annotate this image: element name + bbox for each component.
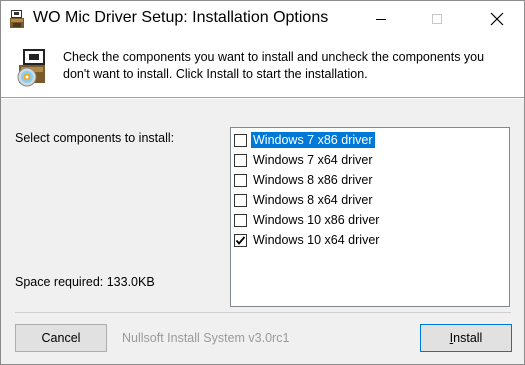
select-components-label: Select components to install: — [15, 131, 175, 145]
install-button-label: Install — [450, 331, 483, 345]
window-title: WO Mic Driver Setup: Installation Option… — [33, 9, 329, 26]
component-item[interactable]: Windows 8 x86 driver — [234, 170, 375, 190]
component-checkbox[interactable] — [234, 133, 247, 147]
minimize-button[interactable] — [358, 1, 404, 37]
header-panel: Check the components you want to install… — [1, 37, 524, 97]
component-checkbox[interactable] — [234, 193, 247, 207]
nsis-branding-text: Nullsoft Install System v3.0rc1 — [122, 331, 290, 345]
component-item[interactable]: Windows 7 x64 driver — [234, 150, 375, 170]
component-checkbox[interactable] — [234, 233, 247, 247]
header-divider-highlight — [1, 98, 524, 99]
maximize-button[interactable] — [414, 1, 460, 37]
component-item[interactable]: Windows 7 x86 driver — [234, 130, 376, 150]
checkmark-icon — [235, 235, 246, 245]
close-icon — [490, 12, 504, 26]
install-button[interactable]: Install — [420, 324, 512, 352]
component-label: Windows 7 x64 driver — [253, 153, 373, 167]
installer-window: WO Mic Driver Setup: Installation Option… — [0, 0, 525, 365]
component-item[interactable]: Windows 10 x86 driver — [234, 210, 381, 230]
cancel-button-label: Cancel — [41, 331, 81, 345]
component-checkbox[interactable] — [234, 153, 247, 167]
maximize-icon — [432, 14, 442, 24]
footer-divider — [15, 312, 511, 313]
component-label: Windows 10 x64 driver — [253, 233, 380, 247]
minimize-icon — [376, 19, 386, 20]
component-item[interactable]: Windows 8 x64 driver — [234, 190, 375, 210]
component-label: Windows 8 x64 driver — [253, 193, 373, 207]
install-label-rest: nstall — [453, 331, 483, 345]
component-checkbox[interactable] — [234, 213, 247, 227]
title-bar[interactable]: WO Mic Driver Setup: Installation Option… — [1, 1, 524, 37]
installer-disc-icon — [15, 47, 49, 87]
components-list[interactable]: Windows 7 x86 driver Windows 7 x64 drive… — [230, 127, 510, 307]
component-checkbox[interactable] — [234, 173, 247, 187]
component-label: Windows 7 x86 driver — [250, 131, 376, 149]
component-label: Windows 10 x86 driver — [253, 213, 380, 227]
space-required-label: Space required: 133.0KB — [15, 275, 155, 289]
close-button[interactable] — [474, 1, 520, 37]
component-label: Windows 8 x86 driver — [253, 173, 373, 187]
component-item[interactable]: Windows 10 x64 driver — [234, 230, 381, 250]
installer-box-icon — [9, 9, 27, 29]
cancel-button[interactable]: Cancel — [15, 324, 107, 352]
header-description: Check the components you want to install… — [63, 50, 485, 81]
